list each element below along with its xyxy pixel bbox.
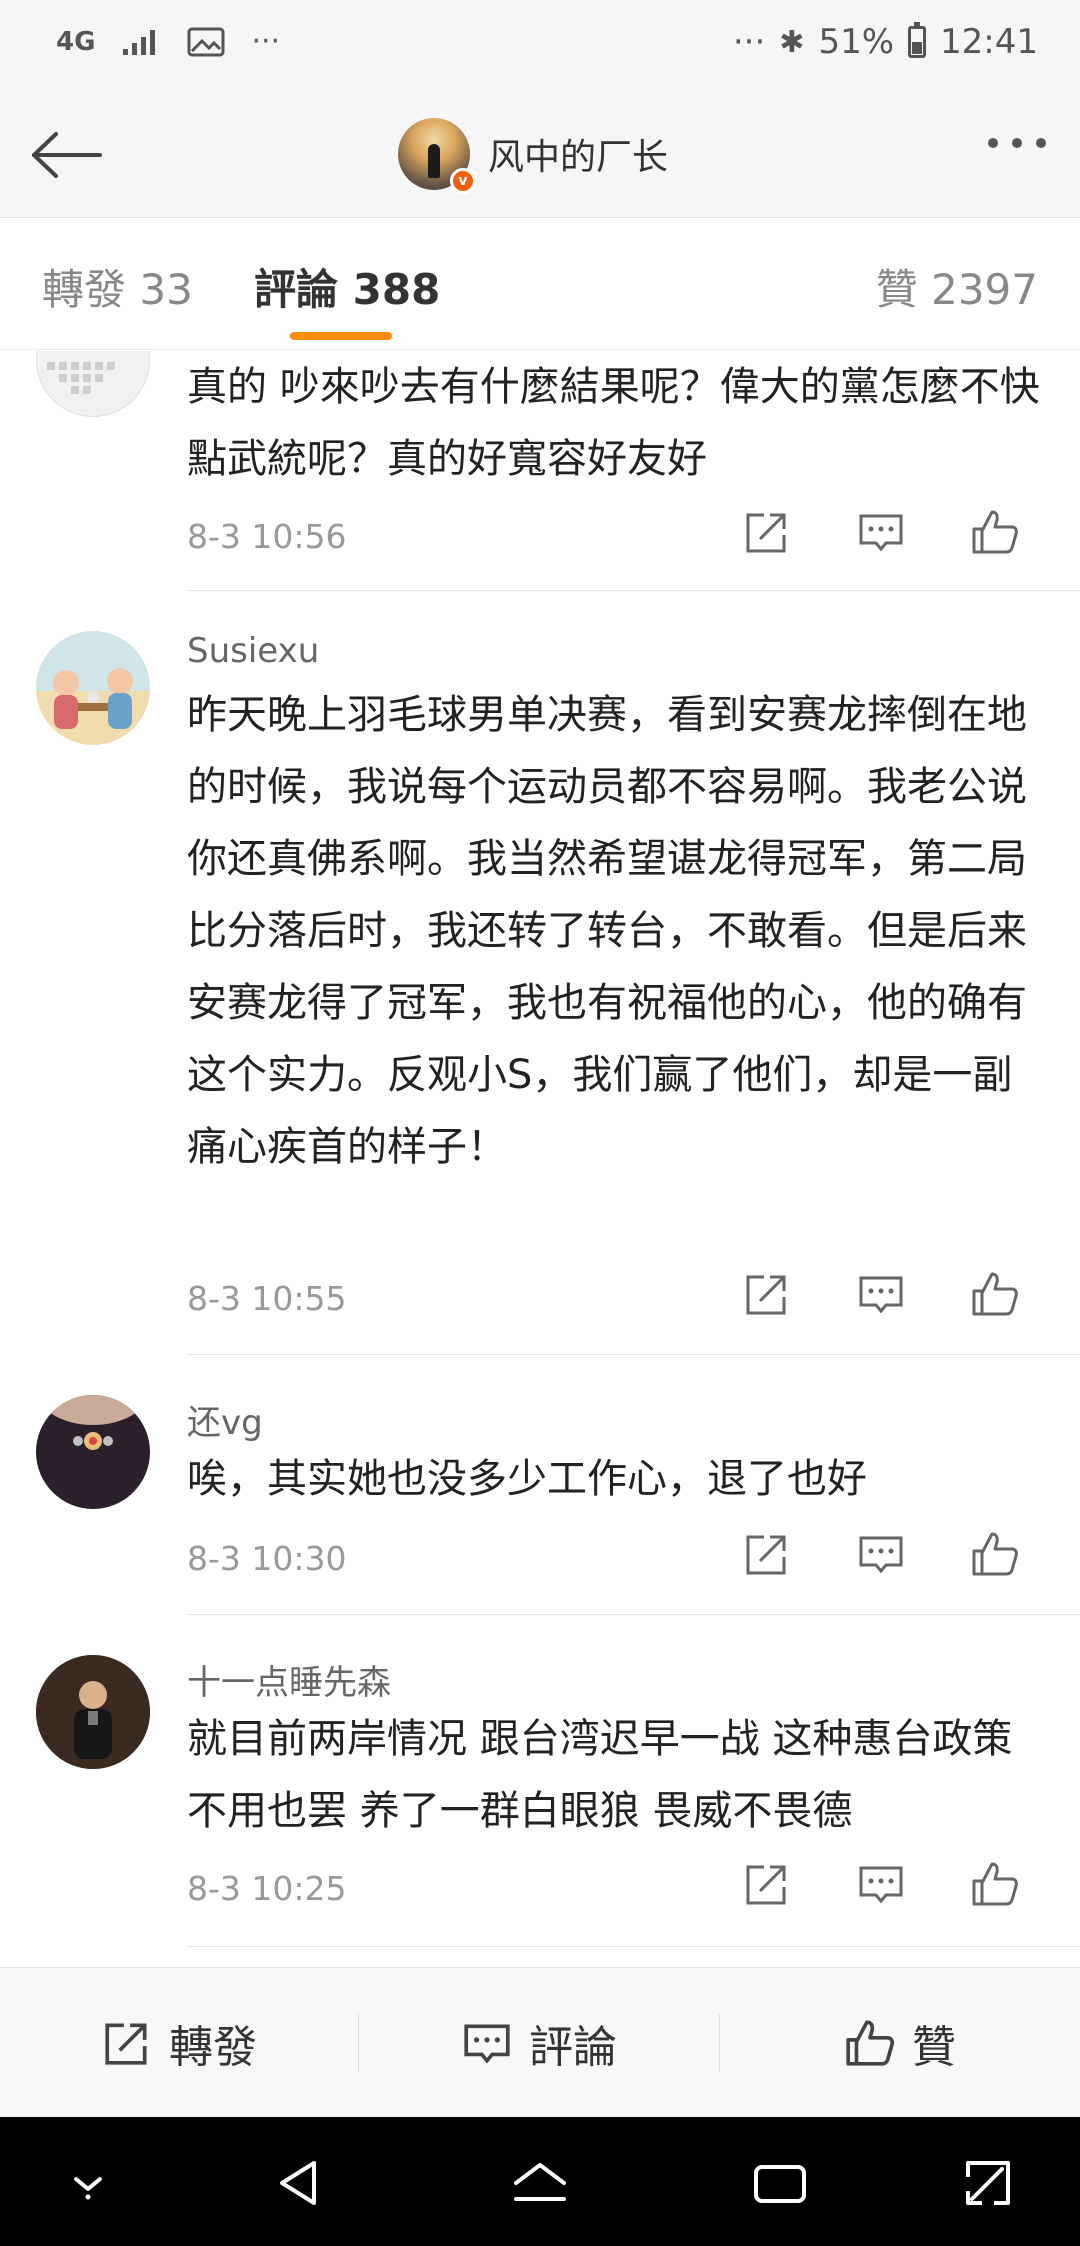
repost-icon: [105, 2023, 147, 2065]
comment-icon[interactable]: [856, 1859, 906, 1909]
status-right-more: ···: [732, 22, 766, 62]
comment-text: 唉，其实她也没多少工作心，退了也好: [187, 1456, 867, 1502]
comment-meta: 8-3 10:30: [187, 1529, 1060, 1589]
battery-icon: [908, 22, 927, 58]
status-right: ··· ✱ 51% 12:41: [733, 22, 1038, 62]
like-icon[interactable]: [970, 1269, 1020, 1319]
avatar[interactable]: [36, 631, 150, 745]
system-nav-bar: [0, 2117, 1080, 2246]
comment-icon: [464, 2024, 510, 2064]
list-item: Susiexu 昨天晚上羽毛球男单决赛，看到安赛龙摔倒在地的时候，我说每个运动员…: [0, 591, 1080, 1355]
list-item: 十一点睡先森 就目前两岸情况 跟台湾迟早一战 这种惠台政策不用也罢 养了一群白眼…: [0, 1615, 1080, 1947]
signal-icon: [123, 29, 156, 55]
comment-actions: [742, 1859, 1020, 1909]
verified-badge: v: [450, 168, 476, 194]
comment-icon[interactable]: [856, 507, 906, 557]
comment-meta: 8-3 10:25: [187, 1859, 1060, 1919]
back-arrow-icon: [32, 132, 102, 178]
comment-actions: [742, 1529, 1020, 1579]
like-label: 贊: [912, 2022, 956, 2073]
status-bar: 4G ··· ··· ✱ 51% 12:41: [0, 0, 1080, 92]
divider: [187, 1946, 1080, 1947]
comment-author[interactable]: 十一点睡先森: [187, 1655, 391, 1704]
comment-list[interactable]: 真的 吵來吵去有什麼結果呢？偉大的黨怎麼不快點武統呢？真的好寬容好友好 8-3 …: [0, 351, 1080, 1966]
avatar-image: [36, 631, 150, 745]
profile-title[interactable]: v 风中的厂长: [398, 116, 668, 194]
list-item: 还vg 唉，其实她也没多少工作心，退了也好 8-3 10:30: [0, 1355, 1080, 1615]
nav-rotate-icon[interactable]: [956, 2151, 1020, 2215]
status-left: 4G ···: [56, 24, 280, 59]
comment-button[interactable]: 評論: [359, 1968, 719, 2118]
like-icon[interactable]: [970, 1529, 1020, 1579]
repost-icon[interactable]: [742, 1269, 792, 1319]
comment-label: 評論: [529, 2022, 617, 2073]
nav-home-icon[interactable]: [508, 2151, 572, 2215]
more-dot: [1012, 138, 1022, 148]
comment-icon[interactable]: [856, 1269, 906, 1319]
tab-repost[interactable]: 轉發 33: [42, 256, 193, 317]
like-icon[interactable]: [970, 1859, 1020, 1909]
tab-likes[interactable]: 贊 2397: [876, 256, 1038, 317]
repost-button[interactable]: 轉發: [0, 1968, 358, 2118]
like-icon[interactable]: [970, 507, 1020, 557]
page-title[interactable]: 风中的厂长: [488, 128, 668, 180]
avatar-image: [36, 1655, 150, 1769]
nav-recents-icon[interactable]: [748, 2151, 812, 2215]
list-item: 真的 吵來吵去有什麼結果呢？偉大的黨怎麼不快點武統呢？真的好寬容好友好 8-3 …: [0, 351, 1080, 591]
active-tab-indicator: [290, 332, 392, 340]
avatar[interactable]: [36, 1395, 150, 1509]
repost-icon[interactable]: [742, 507, 792, 557]
like-button[interactable]: 贊: [720, 1968, 1080, 2118]
nav-down-icon[interactable]: [56, 2151, 120, 2215]
clock: 12:41: [940, 22, 1038, 62]
avatar[interactable]: [36, 1655, 150, 1769]
like-icon: [846, 2020, 895, 2066]
repost-icon[interactable]: [742, 1529, 792, 1579]
app-header: v 风中的厂长: [0, 92, 1080, 218]
comment-actions: [742, 1269, 1020, 1319]
image-icon: [187, 27, 225, 56]
battery-percent: 51%: [818, 22, 895, 62]
bottom-toolbar: 轉發 評論 贊: [0, 1967, 1080, 2117]
more-dot: [988, 138, 998, 148]
comment-text: 昨天晚上羽毛球男单决赛，看到安赛龙摔倒在地的时候，我说每个运动员都不容易啊。我老…: [187, 692, 1027, 1170]
repost-label: 轉發: [169, 2022, 257, 2073]
nav-back-icon[interactable]: [268, 2151, 332, 2215]
comment-meta: 8-3 10:56: [187, 507, 1060, 567]
comment-text: 就目前两岸情况 跟台湾迟早一战 这种惠台政策不用也罢 养了一群白眼狼 畏威不畏德: [187, 1716, 1013, 1834]
avatar[interactable]: [36, 351, 150, 417]
repost-icon[interactable]: [742, 1859, 792, 1909]
comment-meta: 8-3 10:55: [187, 1269, 1060, 1329]
comment-icon[interactable]: [856, 1529, 906, 1579]
status-more: ···: [251, 24, 281, 59]
back-button[interactable]: [26, 120, 106, 190]
tab-comments[interactable]: 評論 388: [254, 256, 440, 317]
more-icon[interactable]: [988, 138, 1046, 148]
header-avatar-wrap[interactable]: v: [398, 118, 476, 194]
tab-bar: 轉發 33 評論 388 贊 2397: [0, 218, 1080, 350]
avatar-image: [36, 1395, 150, 1450]
comment-author[interactable]: 还vg: [187, 1395, 263, 1444]
comment-actions: [742, 507, 1020, 557]
comment-author[interactable]: Susiexu: [187, 631, 319, 671]
comment-time: 8-3 10:25: [187, 1869, 347, 1908]
network-indicator: 4G: [56, 26, 96, 57]
comment-time: 8-3 10:56: [187, 517, 347, 556]
comment-text: 真的 吵來吵去有什麼結果呢？偉大的黨怎麼不快點武統呢？真的好寬容好友好: [187, 364, 1040, 482]
bluetooth-icon: ✱: [779, 24, 805, 60]
comment-time: 8-3 10:55: [187, 1279, 347, 1318]
more-dot: [1036, 138, 1046, 148]
avatar-image: [47, 362, 115, 394]
comment-time: 8-3 10:30: [187, 1539, 347, 1578]
